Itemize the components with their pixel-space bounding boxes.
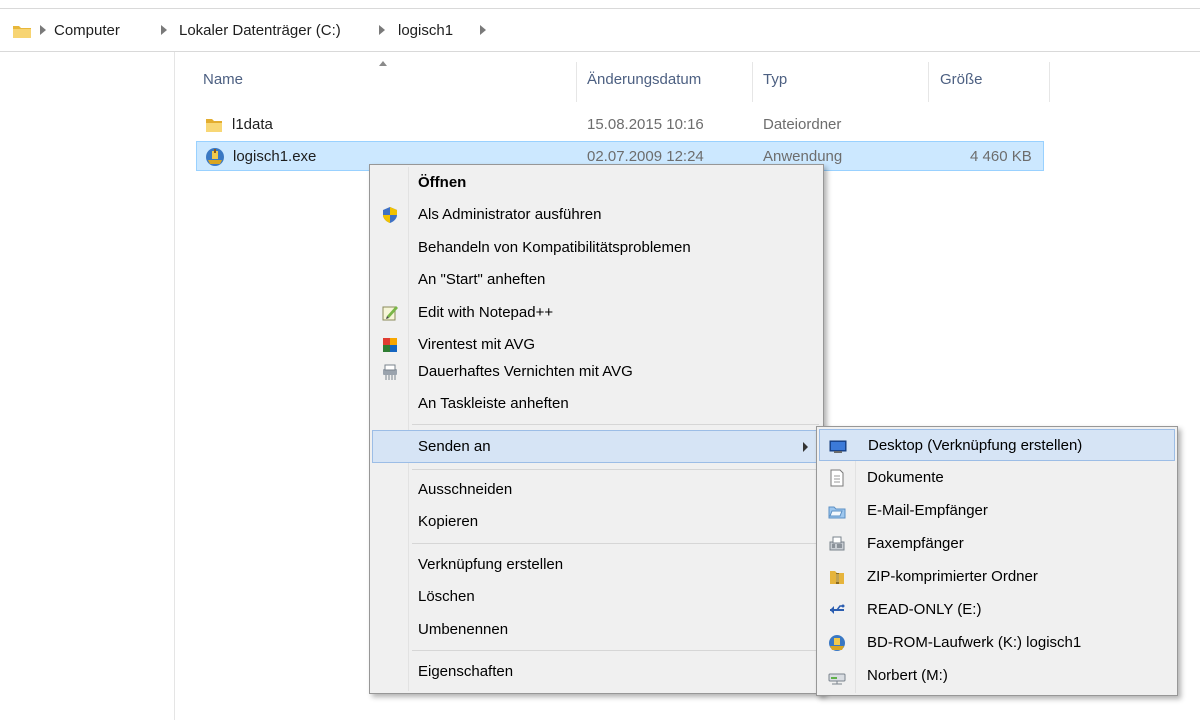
menu-item-label: Dauerhaftes Vernichten mit AVG (418, 363, 633, 380)
breadcrumb-computer[interactable]: Computer (54, 22, 120, 39)
file-name: l1data (232, 116, 273, 133)
menu-item-label: Behandeln von Kompatibilitätsproblemen (418, 239, 691, 256)
folder-icon (13, 26, 31, 38)
column-divider[interactable] (928, 62, 929, 102)
menu-item-properties[interactable]: Eigenschaften (372, 656, 821, 688)
breadcrumb-separator-icon[interactable] (480, 25, 486, 35)
menu-item-label: Verknüpfung erstellen (418, 556, 564, 573)
shredder-icon (383, 364, 397, 380)
menu-item-label: Löschen (418, 588, 475, 605)
breadcrumb-separator-icon[interactable] (40, 25, 46, 35)
send-to-documents[interactable]: Dokumente (819, 462, 1175, 494)
menu-item-cut[interactable]: Ausschneiden (372, 474, 821, 506)
menu-item-label: Senden an (418, 438, 491, 455)
menu-item-label: E-Mail-Empfänger (867, 502, 988, 519)
send-to-mail-recipient[interactable]: E-Mail-Empfänger (819, 495, 1175, 527)
breadcrumb-separator-icon[interactable] (161, 25, 167, 35)
column-header-size[interactable]: Größe (940, 71, 983, 88)
usb-icon (830, 604, 845, 614)
application-icon (206, 148, 224, 166)
menu-item-label: READ-ONLY (E:) (867, 601, 982, 618)
menu-item-label: Norbert (M:) (867, 667, 948, 684)
menu-item-label: Desktop (Verknüpfung erstellen) (868, 437, 1083, 454)
file-type: Anwendung (763, 148, 843, 165)
submenu-arrow-icon (803, 442, 808, 452)
send-to-fax-recipient[interactable]: Faxempfänger (819, 528, 1175, 560)
menu-item-label: Virentest mit AVG (418, 336, 535, 353)
menu-separator (412, 650, 819, 651)
menu-item-copy[interactable]: Kopieren (372, 506, 821, 538)
menu-item-label: Eigenschaften (418, 663, 514, 680)
send-to-readonly-drive[interactable]: READ-ONLY (E:) (819, 594, 1175, 626)
send-to-norbert-drive[interactable]: Norbert (M:) (819, 660, 1175, 692)
breadcrumb-drive-c[interactable]: Lokaler Datenträger (C:) (179, 22, 341, 39)
file-date: 02.07.2009 12:24 (587, 148, 704, 165)
file-date: 15.08.2015 10:16 (587, 116, 704, 133)
menu-item-label: An "Start" anheften (418, 271, 546, 288)
column-divider[interactable] (576, 62, 577, 102)
menu-item-pin-to-start[interactable]: An "Start" anheften (372, 264, 821, 296)
menu-item-label: BD-ROM-Laufwerk (K:) logisch1 (867, 634, 1082, 651)
file-row-l1data[interactable]: l1data 15.08.2015 10:16 Dateiordner (196, 110, 1044, 140)
breadcrumb-logisch1[interactable]: logisch1 (398, 22, 453, 39)
menu-item-edit-with-notepad[interactable]: Edit with Notepad++ (372, 297, 821, 329)
document-icon (830, 469, 844, 487)
menu-item-troubleshoot-compatibility[interactable]: Behandeln von Kompatibilitätsproblemen (372, 232, 821, 264)
avg-icon (383, 338, 397, 352)
file-size: 4 460 KB (970, 148, 1032, 165)
menu-item-label: Faxempfänger (867, 535, 964, 552)
context-menu: Öffnen Als Administrator ausführen Behan… (369, 164, 824, 694)
address-bar[interactable]: Computer Lokaler Datenträger (C:) logisc… (0, 8, 1200, 52)
folder-icon (206, 119, 222, 132)
menu-item-rename[interactable]: Umbenennen (372, 614, 821, 646)
menu-separator (412, 543, 819, 544)
column-divider[interactable] (1049, 62, 1050, 102)
send-to-zip-folder[interactable]: ZIP-komprimierter Ordner (819, 561, 1175, 593)
menu-item-label: Umbenennen (418, 621, 509, 638)
menu-item-delete[interactable]: Löschen (372, 581, 821, 613)
menu-item-label: Dokumente (867, 469, 944, 486)
notepad-plus-plus-icon (382, 306, 398, 321)
menu-item-send-to[interactable]: Senden an (372, 430, 821, 463)
fax-icon (829, 536, 845, 551)
menu-item-avg-shred[interactable]: Dauerhaftes Vernichten mit AVG (372, 356, 821, 388)
mail-folder-icon (828, 506, 846, 519)
menu-item-label: Edit with Notepad++ (418, 304, 554, 321)
file-name: logisch1.exe (233, 148, 317, 165)
menu-item-open[interactable]: Öffnen (372, 167, 821, 199)
application-icon (829, 635, 845, 651)
sort-ascending-icon (379, 61, 387, 66)
breadcrumb-separator-icon[interactable] (379, 25, 385, 35)
menu-separator (412, 469, 819, 470)
menu-item-label: ZIP-komprimierter Ordner (867, 568, 1038, 585)
menu-item-create-shortcut[interactable]: Verknüpfung erstellen (372, 549, 821, 581)
menu-item-pin-to-taskbar[interactable]: An Taskleiste anheften (372, 388, 821, 420)
column-divider[interactable] (752, 62, 753, 102)
send-to-bdrom-drive[interactable]: BD-ROM-Laufwerk (K:) logisch1 (819, 627, 1175, 659)
column-header-name[interactable]: Name (203, 71, 243, 88)
column-header-type[interactable]: Typ (763, 71, 787, 88)
send-to-desktop[interactable]: Desktop (Verknüpfung erstellen) (819, 429, 1175, 461)
menu-item-label: Öffnen (418, 174, 467, 191)
menu-item-run-as-admin[interactable]: Als Administrator ausführen (372, 199, 821, 231)
zip-folder-icon (830, 571, 844, 584)
desktop-icon (829, 440, 847, 453)
menu-item-label: Als Administrator ausführen (418, 206, 602, 223)
navigation-pane-divider (174, 52, 175, 720)
network-drive-icon (828, 673, 846, 685)
shield-icon (383, 207, 397, 223)
menu-separator (412, 424, 819, 425)
send-to-submenu: Desktop (Verknüpfung erstellen) Dokument… (816, 426, 1178, 696)
menu-item-label: An Taskleiste anheften (418, 395, 569, 412)
menu-item-label: Kopieren (418, 513, 479, 530)
file-type: Dateiordner (763, 116, 842, 133)
column-header-date[interactable]: Änderungsdatum (587, 71, 701, 88)
menu-item-label: Ausschneiden (418, 481, 513, 498)
